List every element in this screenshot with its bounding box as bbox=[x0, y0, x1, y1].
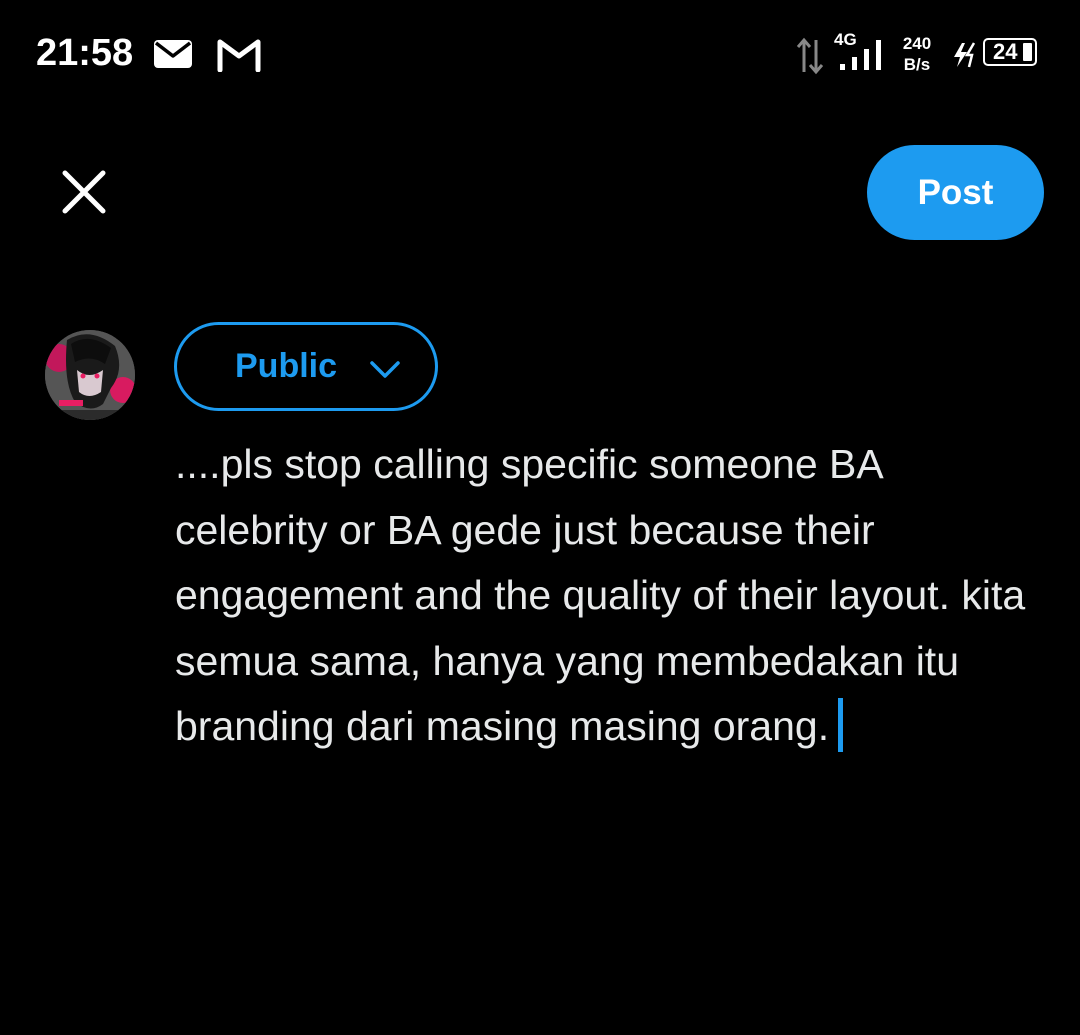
chevron-down-icon bbox=[370, 361, 400, 378]
post-button[interactable]: Post bbox=[867, 145, 1044, 240]
text-cursor bbox=[838, 698, 844, 752]
network-speed-value: 240 bbox=[902, 34, 932, 53]
battery-fill bbox=[1023, 43, 1032, 61]
status-time: 21:58 bbox=[36, 32, 134, 74]
network-speed-unit: B/s bbox=[903, 55, 931, 74]
avatar-image bbox=[45, 330, 135, 420]
battery-icon: 24 bbox=[983, 38, 1037, 66]
gmail-icon bbox=[216, 36, 262, 77]
close-button[interactable] bbox=[54, 162, 114, 222]
battery-level: 24 bbox=[993, 39, 1018, 64]
close-icon bbox=[62, 170, 106, 214]
post-text-input[interactable]: ....pls stop calling specific someone BA… bbox=[175, 432, 1035, 760]
data-arrows-icon bbox=[795, 36, 825, 81]
audience-label: Public bbox=[235, 347, 338, 385]
mail-icon bbox=[153, 38, 193, 75]
signal-icon bbox=[838, 38, 886, 77]
status-bar: 21:58 4G 240 B/s 24 bbox=[0, 0, 1080, 110]
post-text-content: ....pls stop calling specific someone BA… bbox=[175, 441, 1026, 749]
charging-icon bbox=[950, 42, 980, 73]
avatar[interactable] bbox=[45, 330, 135, 420]
network-speed: 240 B/s bbox=[896, 33, 938, 75]
audience-selector[interactable]: Public bbox=[174, 322, 438, 411]
